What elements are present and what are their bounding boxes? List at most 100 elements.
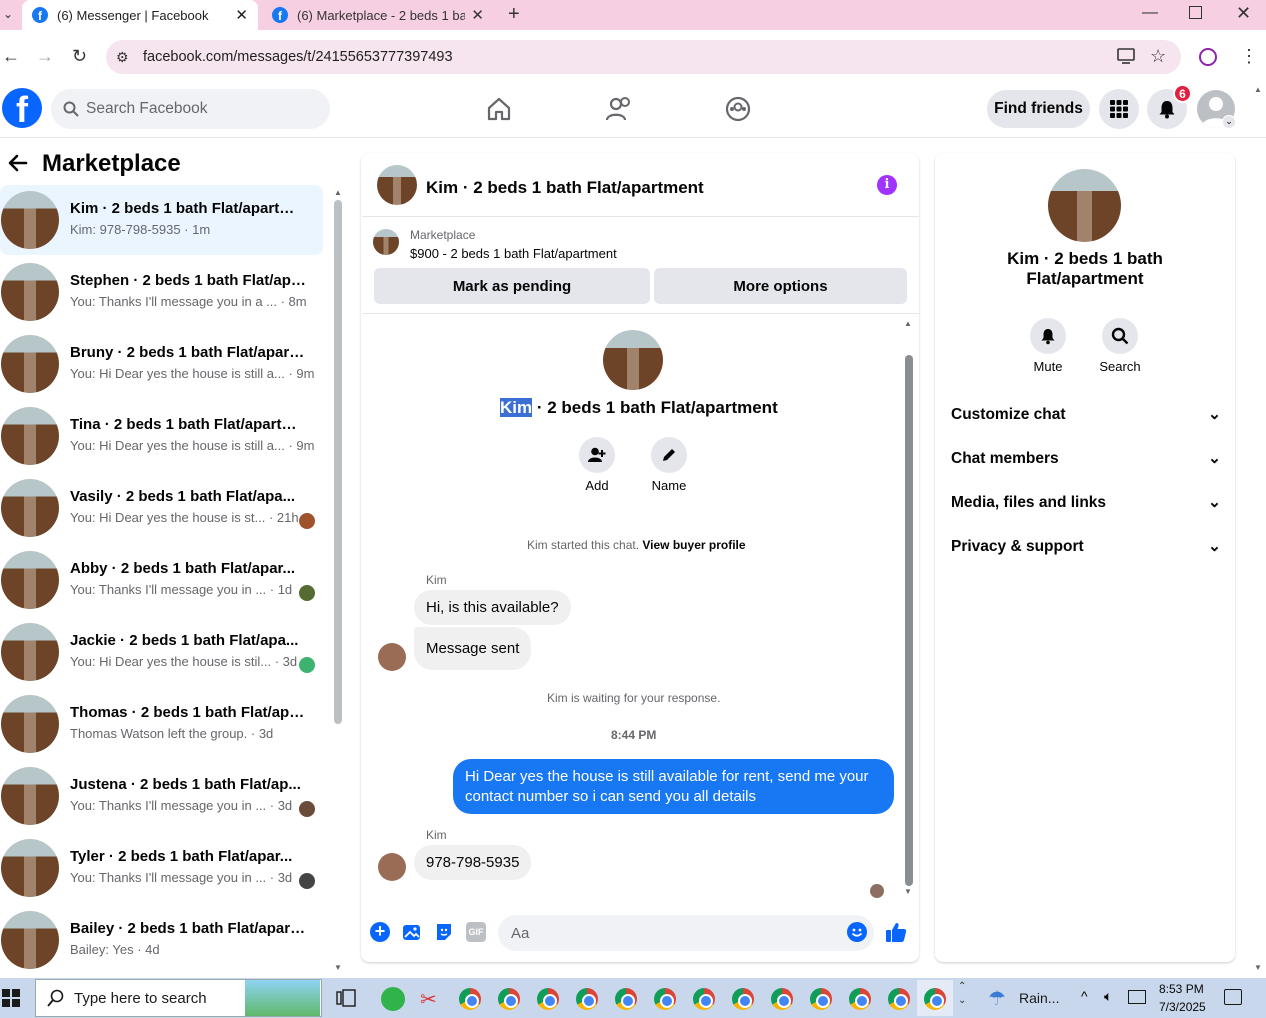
facebook-logo-icon[interactable]: f [2, 88, 42, 128]
incoming-message[interactable]: Message sent [414, 627, 532, 670]
like-thumb-icon[interactable] [885, 921, 907, 943]
chrome-icon[interactable] [459, 988, 481, 1010]
overflow-arrows-icon[interactable]: ⌃ ⌄ [958, 980, 966, 1008]
minimize-icon[interactable]: — [1142, 4, 1158, 22]
chat-members-section[interactable]: Chat members ⌄ [951, 449, 1221, 468]
close-tab-icon[interactable]: ✕ [471, 6, 484, 24]
chat-scroll-up-arrow[interactable]: ▲ [904, 319, 912, 328]
conversation-list-scrollbar[interactable] [334, 200, 342, 724]
chrome-icon[interactable] [810, 988, 832, 1010]
chat-title[interactable]: Kim · 2 beds 1 bath Flat/apartment [426, 178, 704, 198]
new-tab-icon[interactable]: + [508, 3, 520, 26]
add-people-button[interactable] [579, 437, 615, 473]
maximize-icon[interactable] [1189, 6, 1202, 19]
listing-thumbnail[interactable] [373, 229, 399, 255]
gif-icon[interactable]: GIF [466, 922, 486, 942]
chrome-icon[interactable] [576, 988, 598, 1010]
chrome-icon[interactable] [732, 988, 754, 1010]
home-icon[interactable] [486, 96, 512, 122]
friends-icon[interactable] [605, 96, 633, 122]
mute-button[interactable] [1030, 318, 1066, 354]
mark-as-pending-button[interactable]: Mark as pending [374, 268, 650, 304]
close-window-icon[interactable]: ✕ [1236, 3, 1251, 24]
conversation-item[interactable]: Tina · 2 beds 1 bath Flat/apartm... You: … [0, 401, 323, 471]
reload-icon[interactable]: ↻ [72, 46, 87, 67]
kim-avatar[interactable] [378, 853, 406, 881]
bookmark-star-icon[interactable]: ☆ [1150, 46, 1166, 67]
conversation-item[interactable]: Vasily · 2 beds 1 bath Flat/apa... You: H… [0, 473, 323, 543]
conversation-item[interactable]: Stephen · 2 beds 1 bath Flat/apa... You: … [0, 257, 323, 327]
more-options-button[interactable]: More options [654, 268, 907, 304]
scroll-up-arrow[interactable]: ▲ [334, 188, 342, 197]
install-app-icon[interactable] [1117, 48, 1135, 64]
chrome-icon[interactable] [924, 988, 946, 1010]
rain-weather-icon[interactable]: ☂ [988, 986, 1006, 1011]
listing-title[interactable]: $900 - 2 beds 1 bath Flat/apartment [410, 246, 617, 261]
network-icon[interactable] [1128, 990, 1146, 1004]
chrome-icon[interactable] [693, 988, 715, 1010]
account-chevron-icon[interactable]: ⌄ [1222, 115, 1236, 129]
chrome-icon[interactable] [771, 988, 793, 1010]
tab-messenger[interactable]: f (6) Messenger | Facebook ✕ [22, 0, 258, 30]
chrome-icon[interactable] [849, 988, 871, 1010]
profile-icon[interactable] [1199, 48, 1217, 66]
chrome-icon[interactable] [537, 988, 559, 1010]
site-info-icon[interactable]: ⚙ [116, 49, 129, 66]
tray-chevron-icon[interactable]: ^ [1081, 988, 1088, 1004]
tab-marketplace[interactable]: f (6) Marketplace - 2 beds 1 bath ✕ [262, 0, 494, 30]
conversation-item[interactable]: Tyler · 2 beds 1 bath Flat/apar... You: T… [0, 833, 323, 903]
conversation-item[interactable]: Kim · 2 beds 1 bath Flat/apartme... Kim: … [0, 185, 323, 255]
conversation-item[interactable]: Justena · 2 beds 1 bath Flat/ap... You: T… [0, 761, 323, 831]
conversation-item[interactable]: Bruny · 2 beds 1 bath Flat/apart... You: … [0, 329, 323, 399]
chrome-icon[interactable] [888, 988, 910, 1010]
sticker-icon[interactable] [434, 922, 454, 942]
page-scroll-up-arrow[interactable]: ▲ [1254, 85, 1262, 94]
emoji-icon[interactable] [847, 922, 867, 942]
edit-name-button[interactable] [651, 437, 687, 473]
conversation-item[interactable]: Thomas · 2 beds 1 bath Flat/apa... Thomas… [0, 689, 323, 759]
search-in-chat-button[interactable] [1102, 318, 1138, 354]
view-buyer-profile-link[interactable]: View buyer profile [642, 538, 745, 552]
details-avatar[interactable] [1048, 169, 1121, 242]
conversation-item[interactable]: Jackie · 2 beds 1 bath Flat/apa... You: H… [0, 617, 323, 687]
plus-icon[interactable]: + [370, 922, 390, 942]
task-view-icon[interactable] [336, 988, 356, 1008]
customize-chat-section[interactable]: Customize chat ⌄ [951, 405, 1221, 424]
forward-icon[interactable]: → [36, 46, 54, 67]
photo-icon[interactable] [402, 922, 422, 942]
message-composer-input[interactable] [498, 915, 874, 951]
chat-avatar[interactable] [377, 165, 417, 205]
volume-icon[interactable]: 🔈︎ [1104, 988, 1112, 1005]
back-icon[interactable]: ← [2, 46, 20, 67]
media-files-links-section[interactable]: Media, files and links ⌄ [951, 493, 1221, 512]
info-icon[interactable]: i [877, 175, 897, 195]
clock-date[interactable]: 7/3/2025 [1159, 1000, 1206, 1014]
menu-grid-icon[interactable] [1099, 89, 1139, 129]
incoming-message[interactable]: Hi, is this available? [414, 590, 571, 625]
close-tab-icon[interactable]: ✕ [235, 6, 248, 24]
back-arrow-icon[interactable] [8, 153, 28, 173]
privacy-support-section[interactable]: Privacy & support ⌄ [951, 537, 1221, 556]
browser-menu-icon[interactable]: ⋮ [1240, 46, 1258, 67]
find-friends-button[interactable]: Find friends [987, 90, 1090, 128]
conversation-item[interactable]: Abby · 2 beds 1 bath Flat/apar... You: Th… [0, 545, 323, 615]
scroll-down-arrow[interactable]: ▼ [334, 963, 342, 972]
tab-search-icon[interactable]: ⌄ [3, 7, 13, 21]
url-text[interactable]: facebook.com/messages/t/2415565377739749… [143, 49, 453, 65]
snipping-tool-icon[interactable]: ✂ [420, 987, 437, 1012]
whatsapp-icon[interactable] [381, 987, 405, 1011]
page-scroll-down-arrow[interactable]: ▼ [1254, 963, 1262, 972]
conversation-item[interactable]: Bailey · 2 beds 1 bath Flat/apart... Bail… [0, 905, 323, 975]
windows-start-icon[interactable] [2, 989, 20, 1007]
kim-avatar[interactable] [378, 643, 406, 671]
notification-center-icon[interactable] [1224, 989, 1242, 1005]
chrome-icon[interactable] [498, 988, 520, 1010]
incoming-message[interactable]: 978-798-5935 [414, 845, 532, 880]
groups-icon[interactable] [725, 96, 751, 122]
profile-avatar[interactable] [603, 330, 663, 390]
weather-text[interactable]: Rain... [1019, 990, 1059, 1006]
chat-scrollbar[interactable] [905, 355, 913, 886]
outgoing-message[interactable]: Hi Dear yes the house is still available… [453, 759, 894, 814]
chrome-icon[interactable] [654, 988, 676, 1010]
chrome-icon[interactable] [615, 988, 637, 1010]
